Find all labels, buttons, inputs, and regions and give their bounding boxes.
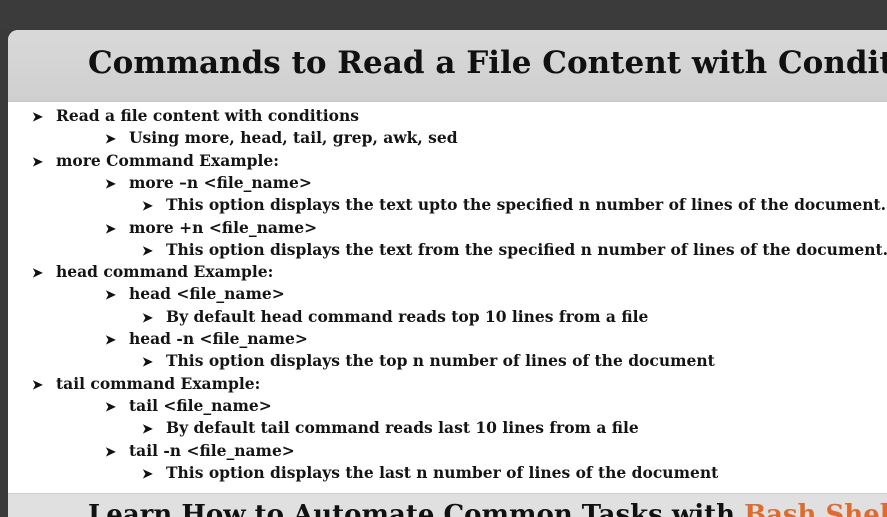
slide-title: Commands to Read a File Content with Con… <box>88 45 887 81</box>
bullet-line-level-2: ➤ By default head command reads top 10 li… <box>142 306 648 328</box>
bullet-text: This option displays the last n number o… <box>166 462 719 482</box>
bullet-text: more +n <file_name> <box>129 217 318 237</box>
bullet-line-level-1: ➤ more –n <file_name> <box>105 172 312 194</box>
arrow-bullet-icon: ➤ <box>142 243 153 259</box>
arrow-bullet-icon: ➤ <box>142 422 153 438</box>
arrow-bullet-icon: ➤ <box>105 333 116 348</box>
bullet-line-level-1: ➤ tail <file_name> <box>105 395 272 417</box>
bullet-text: tail <file_name> <box>129 395 272 415</box>
arrow-bullet-icon: ➤ <box>105 221 116 237</box>
bullet-text: By default head command reads top 10 lin… <box>166 306 649 326</box>
arrow-bullet-icon: ➤ <box>142 199 153 215</box>
arrow-bullet-icon: ➤ <box>105 132 116 148</box>
bullet-line-level-2: ➤ This option displays the top n number o… <box>142 350 715 372</box>
bullet-line-level-1: ➤ head <file_name> <box>105 283 285 305</box>
bullet-line-level-1: ➤ tail -n <file_name> <box>105 440 295 462</box>
footer-text-accent: Bash Shell Scripti <box>744 500 887 517</box>
bullet-text: By default tail command reads last 10 li… <box>166 418 639 438</box>
slide: Commands to Read a File Content with Con… <box>8 30 887 517</box>
bullet-text: more Command Example: <box>56 150 279 170</box>
arrow-bullet-icon: ➤ <box>142 355 153 371</box>
bullet-line-level-2: ➤ By default tail command reads last 10 l… <box>142 417 639 439</box>
footer-text: Learn How to Automate Common Tasks with … <box>88 500 887 517</box>
bullet-text: head <file_name> <box>129 284 285 304</box>
arrow-bullet-icon: ➤ <box>105 399 116 415</box>
footer-text-main: Learn How to Automate Common Tasks with <box>88 500 736 517</box>
bullet-line-level-1: ➤ head -n <file_name> <box>105 328 308 350</box>
bullet-text: Read a file content with conditions <box>56 106 359 125</box>
bullet-text: This option displays the top n number of… <box>166 351 715 371</box>
bullet-line-level-1: ➤ more +n <file_name> <box>105 217 317 239</box>
bullet-line-level-2: ➤ This option displays the text from the … <box>142 239 887 261</box>
title-bar: Commands to Read a File Content with Con… <box>8 30 887 102</box>
bullet-text: tail -n <file_name> <box>129 440 295 460</box>
arrow-bullet-icon: ➤ <box>32 110 43 125</box>
bullet-line-level-0: ➤ more Command Example: <box>32 150 279 172</box>
bullet-text: tail command Example: <box>56 373 261 393</box>
bullet-text: This option displays the text from the s… <box>166 239 887 259</box>
bullet-text: head command Example: <box>56 262 274 282</box>
bullet-line-level-0: ➤ head command Example: <box>32 261 273 283</box>
bullet-line-level-2: ➤ This option displays the text upto the … <box>142 194 886 216</box>
video-top-band <box>0 0 887 30</box>
arrow-bullet-icon: ➤ <box>142 310 153 326</box>
bullet-line-level-1: ➤ Using more, head, tail, grep, awk, sed <box>105 127 458 149</box>
arrow-bullet-icon: ➤ <box>105 176 116 192</box>
arrow-bullet-icon: ➤ <box>32 154 43 170</box>
bullet-line-level-0: ➤ tail command Example: <box>32 373 260 395</box>
arrow-bullet-icon: ➤ <box>105 288 116 304</box>
bullet-line-level-2: ➤ This option displays the last n number … <box>142 462 718 484</box>
arrow-bullet-icon: ➤ <box>105 444 116 460</box>
bullet-text: This option displays the text upto the s… <box>166 195 887 215</box>
arrow-bullet-icon: ➤ <box>32 377 43 393</box>
bullet-line-level-0: ➤ Read a file content with conditions <box>32 105 359 127</box>
bullet-text: more –n <file_name> <box>129 172 312 192</box>
arrow-bullet-icon: ➤ <box>32 266 43 282</box>
arrow-bullet-icon: ➤ <box>142 466 153 482</box>
footer-banner: Learn How to Automate Common Tasks with … <box>8 493 887 517</box>
bullet-text: Using more, head, tail, grep, awk, sed <box>129 128 458 148</box>
bullet-text: head -n <file_name> <box>129 329 308 348</box>
